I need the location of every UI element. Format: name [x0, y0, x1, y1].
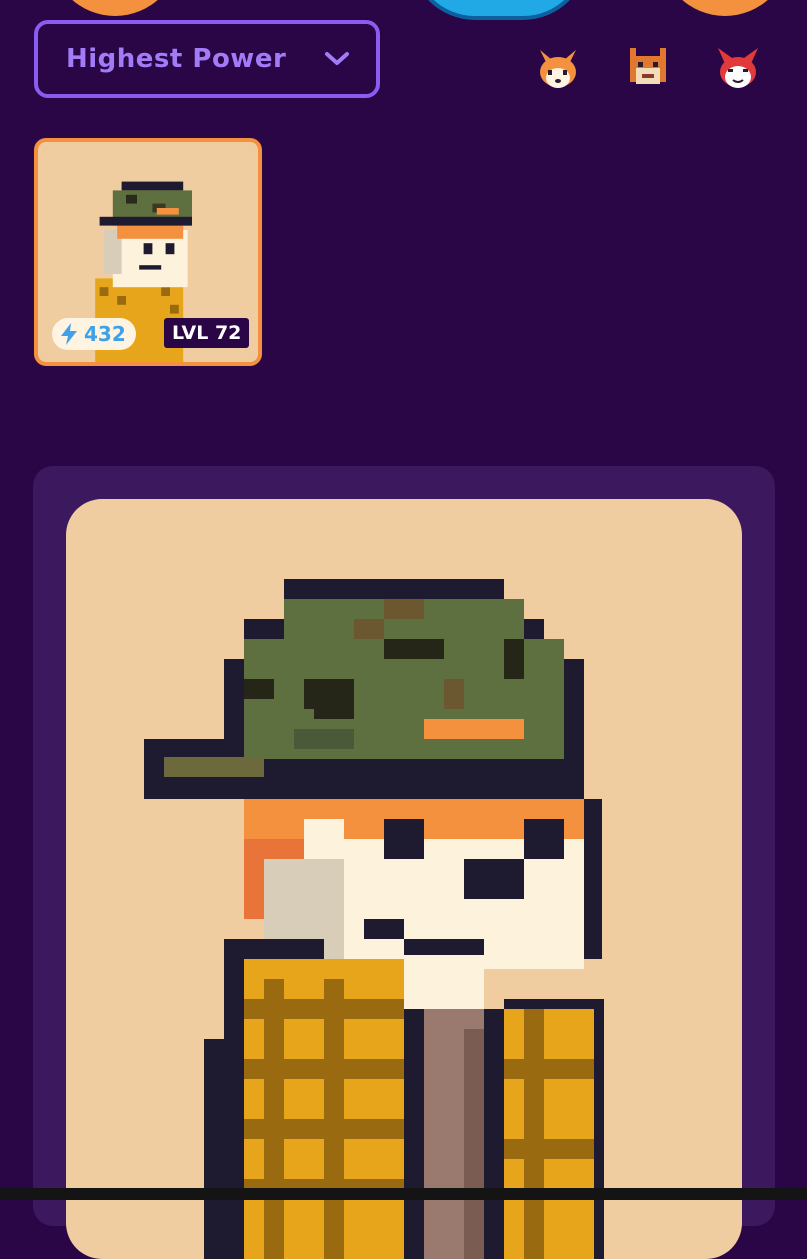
- level-value: 72: [214, 322, 242, 344]
- red-fox-icon[interactable]: [714, 44, 762, 92]
- pixel-character-image: [144, 579, 604, 1259]
- sort-dropdown[interactable]: Highest Power: [34, 20, 380, 98]
- top-nav-button-center[interactable]: [410, 0, 588, 20]
- detail-panel: [33, 466, 775, 1259]
- nft-character-large: [66, 499, 742, 1259]
- fox-head-icon[interactable]: [534, 44, 582, 92]
- top-nav-button-left[interactable]: [50, 0, 180, 16]
- pixel-fox-icon[interactable]: [624, 44, 672, 92]
- bottom-system-bar: [0, 1188, 807, 1200]
- top-nav-button-right[interactable]: [660, 0, 790, 16]
- power-badge: 432: [52, 318, 136, 350]
- power-value: 432: [84, 322, 126, 346]
- lightning-bolt-icon: [61, 323, 77, 345]
- level-label: LVL: [172, 322, 209, 344]
- chevron-down-icon: [325, 52, 349, 65]
- level-badge: LVL 72: [164, 318, 250, 348]
- nft-card[interactable]: 432 LVL 72: [34, 138, 262, 366]
- sort-dropdown-label: Highest Power: [66, 44, 287, 74]
- filter-icons: [530, 44, 770, 94]
